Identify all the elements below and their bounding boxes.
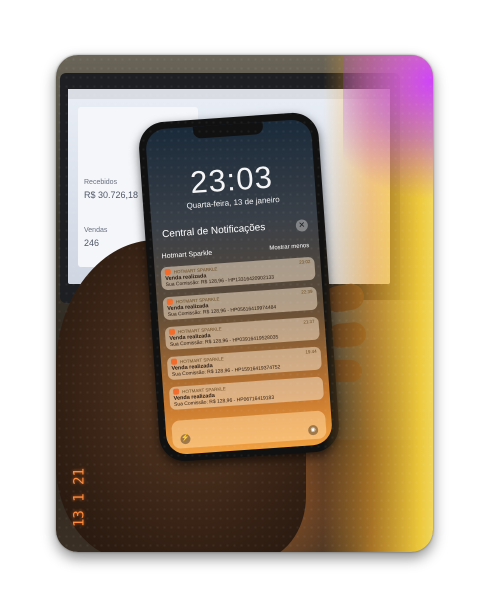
film-grain [56,55,433,552]
photo-card: Recebidos R$ 30.726,18 Vendas 246 23:03 … [56,55,433,552]
